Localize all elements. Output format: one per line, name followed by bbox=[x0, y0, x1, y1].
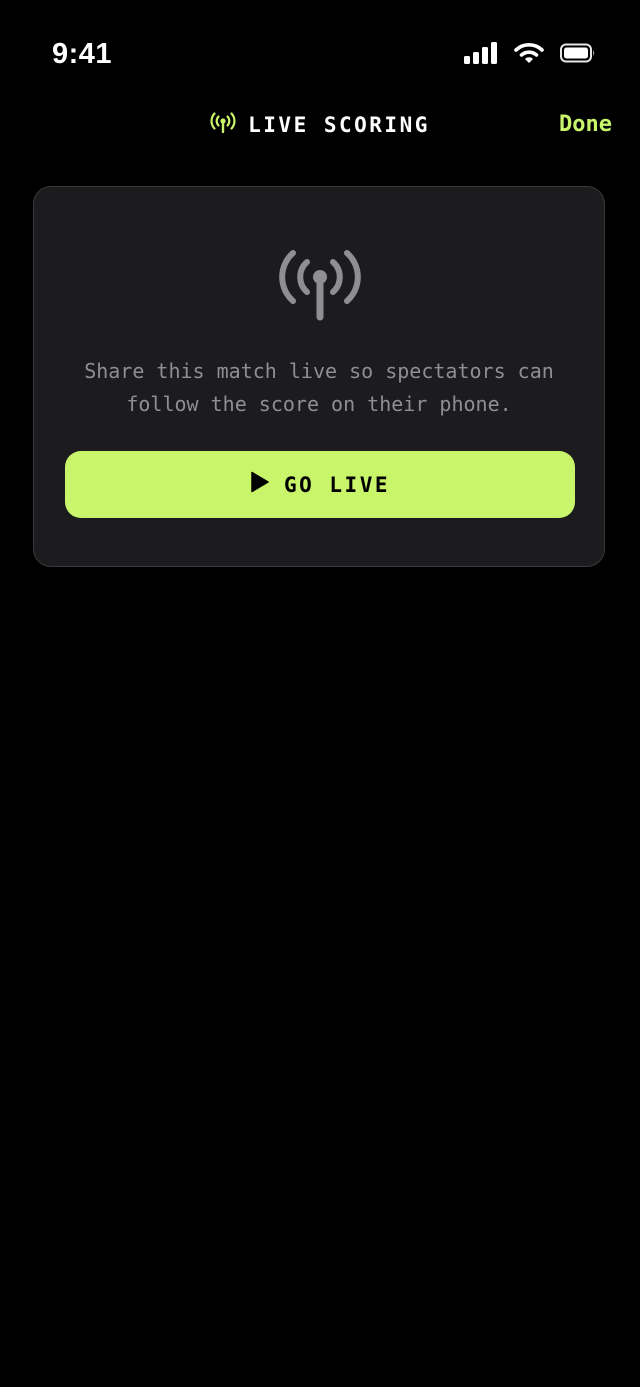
battery-icon bbox=[560, 43, 596, 68]
status-bar: 9:41 bbox=[0, 0, 640, 100]
broadcast-icon bbox=[278, 249, 362, 321]
nav-title: LIVE SCORING bbox=[0, 100, 640, 150]
play-icon bbox=[250, 471, 270, 498]
go-live-button[interactable]: GO LIVE bbox=[65, 451, 575, 518]
live-share-description: Share this match live so spectators can … bbox=[84, 359, 554, 416]
go-live-card: Share this match live so spectators can … bbox=[33, 186, 605, 567]
nav-bar: LIVE SCORING Done bbox=[0, 100, 640, 150]
status-time: 9:41 bbox=[52, 38, 113, 70]
go-live-label: GO LIVE bbox=[283, 472, 390, 497]
page-title: LIVE SCORING bbox=[248, 113, 430, 137]
status-icons bbox=[464, 40, 596, 70]
broadcast-icon bbox=[210, 111, 236, 139]
done-button[interactable]: Done bbox=[559, 108, 612, 142]
cellular-signal-icon bbox=[464, 41, 498, 69]
wifi-icon bbox=[514, 42, 544, 69]
